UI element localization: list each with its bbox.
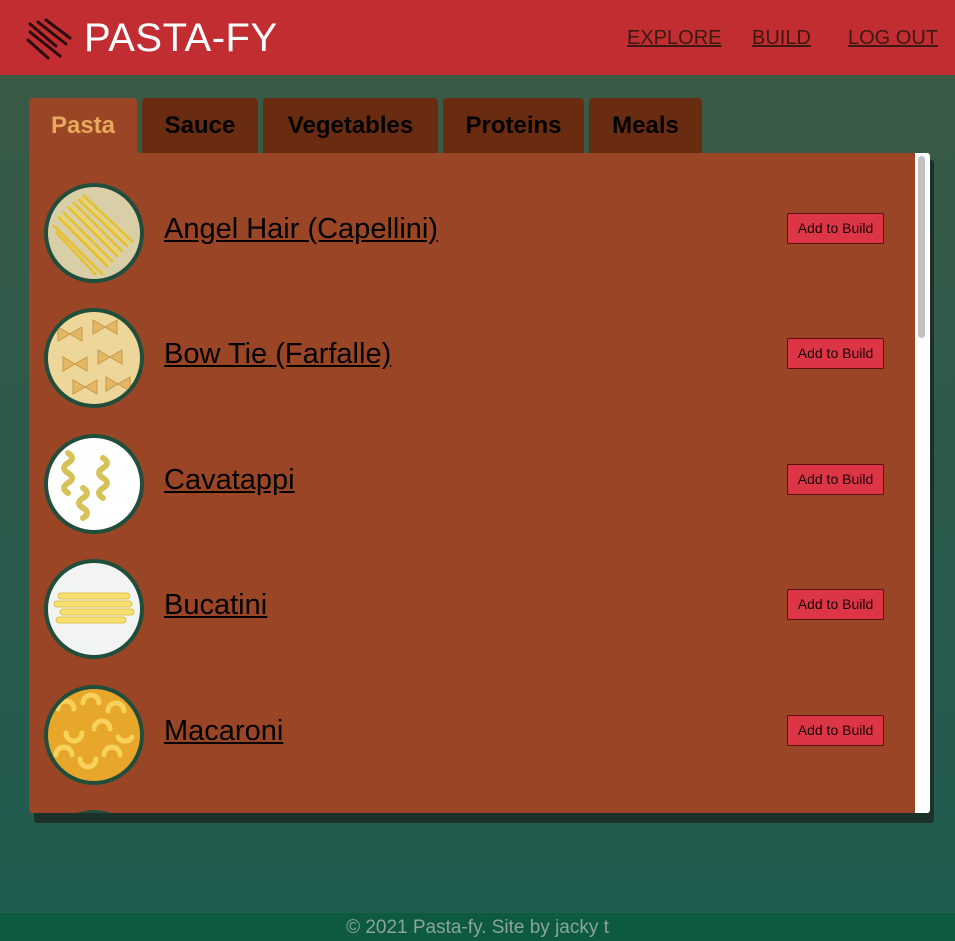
add-to-build-button[interactable]: Add to Build: [787, 464, 884, 495]
brand-title[interactable]: PASTA-FY: [84, 14, 278, 62]
macaroni-pasta-image: [44, 685, 144, 785]
nav-build-link[interactable]: BUILD: [752, 26, 811, 50]
scrollbar-thumb[interactable]: [918, 156, 925, 338]
add-to-build-button[interactable]: Add to Build: [787, 715, 884, 746]
footer: © 2021 Pasta-fy. Site by jacky t: [0, 913, 955, 941]
add-to-build-button[interactable]: Add to Build: [787, 338, 884, 369]
nav-logout-link[interactable]: LOG OUT: [848, 26, 938, 50]
item-name-link[interactable]: Cavatappi: [164, 462, 295, 498]
partial-pasta-image: [44, 810, 144, 813]
add-to-build-button[interactable]: Add to Build: [787, 213, 884, 244]
cavatappi-pasta-image: [44, 434, 144, 534]
bucatini-pasta-image: [44, 559, 144, 659]
list-item: [44, 810, 914, 813]
tab-proteins[interactable]: Proteins: [443, 98, 584, 154]
list-item: Macaroni Add to Build: [44, 685, 914, 785]
item-name-link[interactable]: Macaroni: [164, 713, 283, 749]
footer-text: © 2021 Pasta-fy. Site by jacky t: [346, 917, 609, 938]
pasta-list-panel[interactable]: Angel Hair (Capellini) Add to Build Bow …: [29, 153, 930, 813]
tab-vegetables[interactable]: Vegetables: [263, 98, 438, 154]
farfalle-pasta-image: [44, 308, 144, 408]
scrollbar[interactable]: [915, 153, 930, 813]
list-item: Cavatappi Add to Build: [44, 434, 914, 534]
angel-hair-pasta-image: [44, 183, 144, 283]
pasta-logo-icon[interactable]: [26, 16, 72, 62]
list-item: Angel Hair (Capellini) Add to Build: [44, 183, 914, 283]
list-item: Bucatini Add to Build: [44, 559, 914, 659]
tab-pasta[interactable]: Pasta: [29, 98, 137, 154]
list-item: Bow Tie (Farfalle) Add to Build: [44, 308, 914, 408]
item-name-link[interactable]: Bow Tie (Farfalle): [164, 336, 391, 372]
nav-explore-link[interactable]: EXPLORE: [627, 26, 721, 50]
top-nav-bar: PASTA-FY EXPLORE BUILD LOG OUT: [0, 0, 955, 75]
item-name-link[interactable]: Angel Hair (Capellini): [164, 211, 438, 247]
tab-sauce[interactable]: Sauce: [142, 98, 258, 154]
add-to-build-button[interactable]: Add to Build: [787, 589, 884, 620]
tab-meals[interactable]: Meals: [589, 98, 702, 154]
item-name-link[interactable]: Bucatini: [164, 587, 267, 623]
